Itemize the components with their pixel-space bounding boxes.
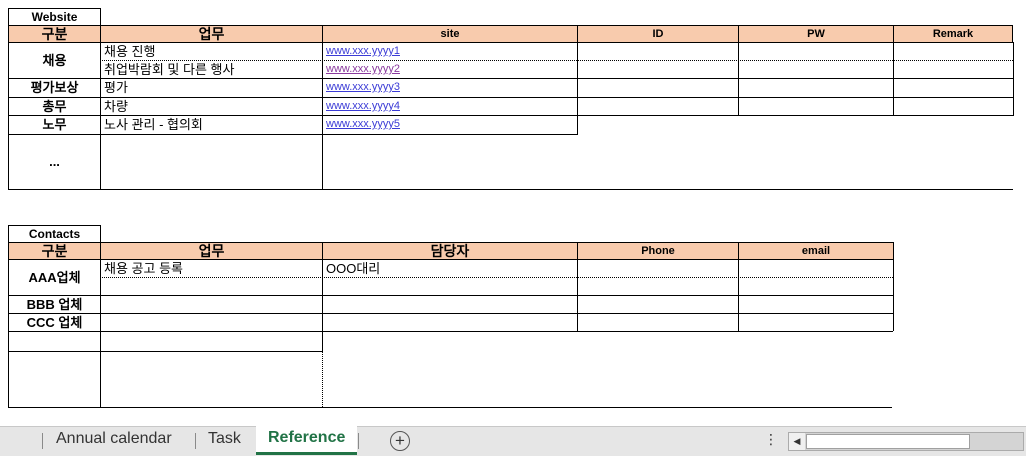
tab-task[interactable]: Task [208,427,241,455]
website-header-pw[interactable]: PW [738,25,894,43]
contacts-category-bbb[interactable]: BBB 업체 [9,296,100,313]
website-title-cell[interactable]: Website [8,8,101,26]
website-header-id[interactable]: ID [577,25,739,43]
website-header-category[interactable]: 구분 [8,25,101,43]
website-link-cell[interactable]: www.xxx.yyyy4 [323,98,577,115]
website-task-cell[interactable]: 채용 진행 [101,43,322,60]
tab-separator [195,433,196,449]
horizontal-scrollbar[interactable]: ◀ [788,432,1024,451]
tab-separator [358,433,359,449]
contacts-header-person[interactable]: 담당자 [322,242,578,260]
contacts-title-cell[interactable]: Contacts [8,225,101,243]
website-task-cell[interactable]: 차량 [101,98,322,115]
website-header-remark[interactable]: Remark [893,25,1013,43]
contacts-task-cell[interactable]: 채용 공고 등록 [101,260,322,277]
website-category-labor[interactable]: 노무 [9,116,100,134]
scrollbar-thumb[interactable] [806,434,970,449]
contacts-category-ccc[interactable]: CCC 업체 [9,314,100,331]
contacts-header-phone[interactable]: Phone [577,242,739,260]
website-task-cell[interactable]: 노사 관리 - 협의회 [101,116,322,134]
scroll-left-arrow-icon[interactable]: ◀ [789,433,805,450]
website-link-cell[interactable]: www.xxx.yyyy3 [323,79,577,97]
tab-reference[interactable]: Reference [256,426,358,455]
contacts-header-task[interactable]: 업무 [100,242,323,260]
contacts-header-category[interactable]: 구분 [8,242,101,260]
website-link-cell[interactable]: www.xxx.yyyy1 [323,43,577,60]
worksheet-grid[interactable]: Website 구분 업무 site ID PW Remark 채용 채용 진행… [0,0,1026,426]
contacts-person-cell[interactable]: OOO대리 [323,260,577,277]
website-header-site[interactable]: site [322,25,578,43]
website-category-general[interactable]: 총무 [9,98,100,115]
contacts-category-aaa[interactable]: AAA업체 [9,260,100,295]
website-link-cell[interactable]: www.xxx.yyyy5 [323,116,577,134]
sheet-tab-bar: Annual calendar Task Reference + ⋮ ◀ [0,426,1026,456]
website-link-cell[interactable]: www.xxx.yyyy2 [323,61,577,78]
website-task-cell[interactable]: 취업박람회 및 다른 행사 [101,61,322,78]
website-category-more[interactable]: ... [9,135,100,189]
tab-annual-calendar[interactable]: Annual calendar [56,427,172,455]
plus-circle-icon[interactable]: + [390,431,410,451]
vertical-ellipsis-icon[interactable]: ⋮ [764,431,778,448]
website-task-cell[interactable]: 평가 [101,79,322,97]
website-header-task[interactable]: 업무 [100,25,323,43]
tab-separator [42,433,43,449]
website-category-evaluation[interactable]: 평가보상 [9,79,100,97]
contacts-header-email[interactable]: email [738,242,894,260]
website-category-recruit[interactable]: 채용 [9,43,100,78]
